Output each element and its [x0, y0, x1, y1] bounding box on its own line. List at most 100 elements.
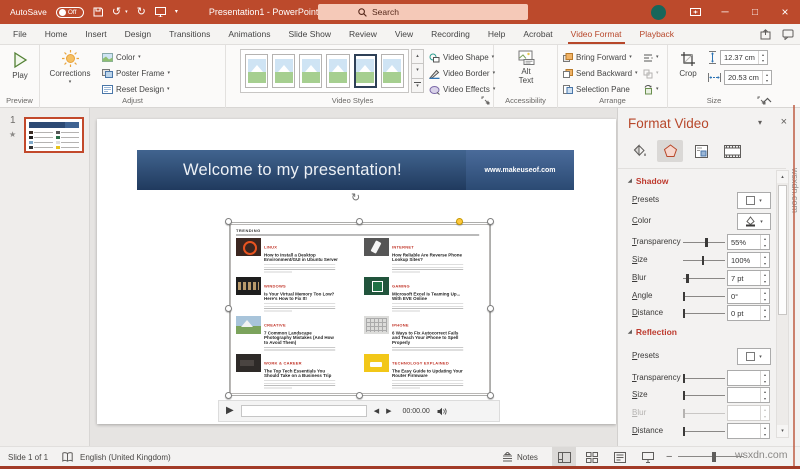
video-play-icon[interactable]: ▶ [226, 406, 234, 416]
tab-design[interactable]: Design [116, 24, 160, 44]
size-slider[interactable] [683, 256, 725, 265]
tab-video-format[interactable]: Video Format [562, 24, 631, 44]
spin-down-icon[interactable]: ▾ [761, 431, 769, 438]
resize-handle-middle-right[interactable] [487, 305, 494, 312]
tab-transitions[interactable]: Transitions [160, 24, 219, 44]
crop-button[interactable]: Crop [673, 51, 703, 78]
blur-spinner[interactable]: 7 pt ▴ ▾ [727, 270, 770, 286]
zoom-out-button[interactable]: − [666, 447, 672, 467]
video-style-thumb[interactable] [326, 54, 350, 88]
scroll-down-icon[interactable]: ▾ [777, 425, 788, 437]
size-properties-tab[interactable] [688, 140, 714, 162]
transparency-slider[interactable] [683, 238, 725, 247]
spin-down-icon[interactable]: ▾ [761, 242, 769, 249]
color-button[interactable]: Color ▾ [102, 51, 141, 64]
distance-slider[interactable] [682, 427, 725, 436]
spin-down-icon[interactable]: ▾ [761, 313, 769, 320]
size-spinner[interactable]: 100% ▴ ▾ [727, 252, 770, 268]
transparency-spinner[interactable]: ▴ ▾ [727, 370, 770, 386]
spin-up-icon[interactable]: ▴ [761, 424, 769, 431]
notes-button[interactable]: Notes [502, 447, 538, 467]
transparency-spinner[interactable]: 55% ▴ ▾ [727, 234, 770, 250]
ribbon-display-options-icon[interactable] [680, 0, 710, 24]
spin-up-icon[interactable]: ▴ [761, 388, 769, 395]
adjust-handle[interactable] [456, 218, 463, 225]
angle-spinner[interactable]: 0° ▴ ▾ [727, 288, 770, 304]
tab-animations[interactable]: Animations [219, 24, 279, 44]
search-input[interactable]: Search [318, 4, 528, 20]
spin-up-icon[interactable]: ▴ [761, 371, 769, 378]
minimize-button[interactable]: ─ [710, 0, 740, 24]
tab-slide-show[interactable]: Slide Show [279, 24, 340, 44]
scroll-up-icon[interactable]: ▴ [777, 171, 788, 183]
rotate-handle[interactable]: ↻ [351, 193, 360, 204]
slide-show-view-button[interactable] [636, 447, 660, 467]
tab-playback[interactable]: Playback [631, 24, 684, 44]
distance-slider[interactable] [682, 309, 725, 318]
poster-frame-button[interactable]: Poster Frame ▾ [102, 67, 170, 80]
start-slideshow-icon[interactable] [154, 7, 166, 17]
spin-up-icon[interactable]: ▴ [761, 253, 769, 260]
autosave-toggle[interactable]: Off [55, 6, 84, 18]
video-shape-button[interactable]: Video Shape ▾ [429, 51, 494, 64]
resize-handle-top-right[interactable] [487, 218, 494, 225]
share-icon[interactable] [760, 29, 772, 40]
rotate-button[interactable]: ▾ [643, 83, 659, 96]
undo-dropdown-icon[interactable]: ▾ [125, 9, 128, 15]
spin-up-icon[interactable]: ▴ [761, 235, 769, 242]
gallery-down-icon[interactable]: ▾ [411, 64, 424, 79]
alt-text-button[interactable]: Alt Text [508, 50, 544, 85]
video-style-thumb[interactable] [272, 54, 296, 88]
spin-down-icon[interactable]: ▾ [761, 378, 769, 385]
panel-scrollbar[interactable]: ▴ ▾ [776, 170, 789, 438]
width-value[interactable]: 20.53 cm [725, 73, 762, 82]
gallery-more-icon[interactable]: ▾ [411, 78, 424, 93]
maximize-button[interactable]: □ [740, 0, 770, 24]
collapse-ribbon-icon[interactable] [763, 97, 772, 103]
normal-view-button[interactable] [552, 447, 576, 467]
language-indicator[interactable]: English (United Kingdom) [80, 447, 171, 467]
spin-up-icon[interactable]: ▴ [761, 289, 769, 296]
gallery-up-icon[interactable]: ▴ [411, 49, 424, 65]
video-style-thumb[interactable] [299, 54, 323, 88]
height-value[interactable]: 12.37 cm [721, 53, 758, 62]
save-icon[interactable] [93, 7, 103, 17]
transparency-slider[interactable] [682, 374, 725, 383]
account-avatar[interactable] [651, 4, 666, 20]
size-slider[interactable] [682, 391, 725, 400]
video-effects-button[interactable]: Video Effects ▾ [429, 83, 495, 96]
spin-down-icon[interactable]: ▾ [761, 296, 769, 303]
resize-handle-top-center[interactable] [356, 218, 363, 225]
tab-recording[interactable]: Recording [422, 24, 479, 44]
blur-slider[interactable] [683, 274, 725, 283]
shadow-section-header[interactable]: ◢ Shadow [628, 176, 668, 186]
distance-spinner[interactable]: ▴ ▾ [727, 423, 770, 439]
shadow-color-dropdown[interactable]: ▾ [737, 213, 771, 230]
customize-qat-icon[interactable]: ▾ [175, 9, 178, 15]
resize-handle-top-left[interactable] [225, 218, 232, 225]
align-button[interactable]: ▾ [643, 51, 659, 64]
group-button[interactable]: ▾ [643, 67, 659, 80]
redo-icon[interactable]: ↻ [137, 6, 146, 18]
spin-up-icon[interactable]: ▴ [761, 271, 769, 278]
reading-view-button[interactable] [608, 447, 632, 467]
tab-file[interactable]: File [4, 24, 36, 44]
tab-home[interactable]: Home [36, 24, 77, 44]
video-border-button[interactable]: Video Border ▾ [429, 67, 495, 80]
video-style-thumb[interactable] [380, 54, 405, 88]
size-spinner[interactable]: ▴ ▾ [727, 387, 770, 403]
tab-insert[interactable]: Insert [76, 24, 115, 44]
fill-line-tab[interactable] [626, 140, 652, 162]
slide-sorter-view-button[interactable] [580, 447, 604, 467]
video-volume-icon[interactable] [437, 407, 447, 416]
tab-acrobat[interactable]: Acrobat [514, 24, 561, 44]
video-style-thumb-selected[interactable] [353, 54, 377, 88]
scrollbar-thumb[interactable] [778, 185, 787, 315]
spell-check-icon[interactable] [62, 447, 73, 467]
shadow-presets-dropdown[interactable]: ▾ [737, 192, 771, 209]
resize-handle-bottom-left[interactable] [225, 392, 232, 399]
width-down-icon[interactable]: ▾ [763, 78, 771, 85]
spin-down-icon[interactable]: ▾ [761, 260, 769, 267]
title-banner[interactable]: Welcome to my presentation! www.makeuseo… [137, 150, 574, 190]
resize-handle-middle-left[interactable] [225, 305, 232, 312]
